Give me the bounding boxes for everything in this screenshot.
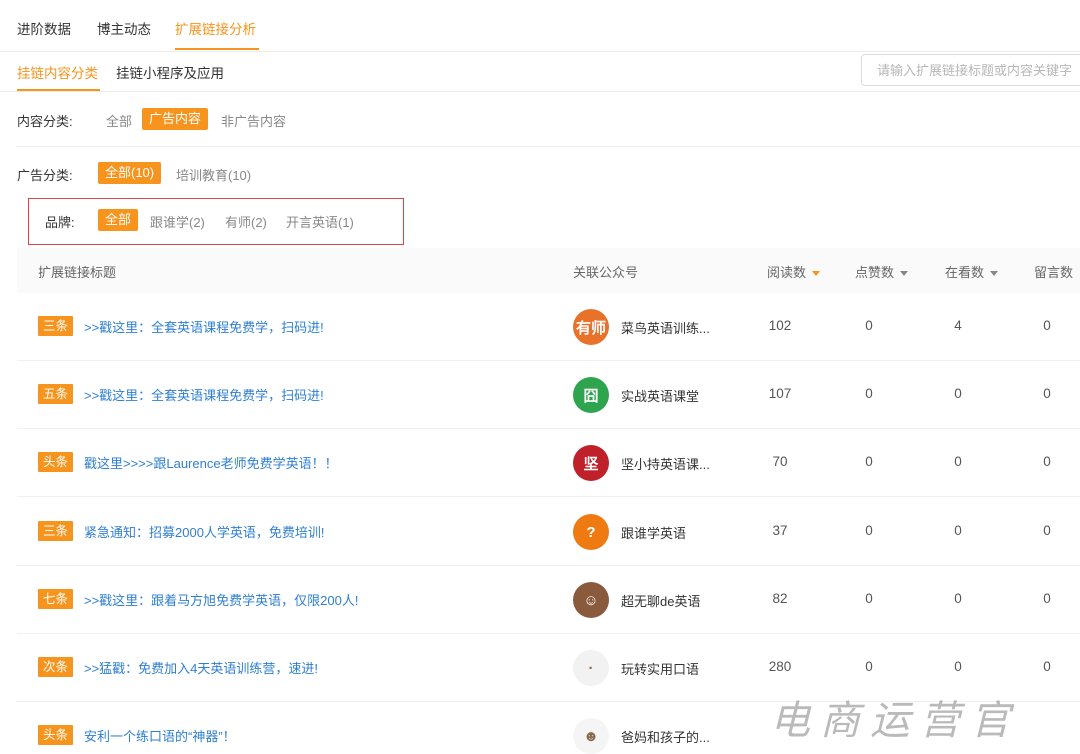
- brand-filter-label: 品牌:: [45, 215, 75, 230]
- col-reads-label: 阅读数: [767, 265, 807, 280]
- likes-count: 0: [865, 454, 873, 469]
- watching-count: 0: [954, 591, 962, 606]
- account-avatar: ☻: [573, 718, 609, 754]
- search-input[interactable]: [862, 55, 1080, 85]
- account-avatar: ☺: [573, 582, 609, 618]
- comments-count: 0: [1043, 523, 1051, 538]
- col-reads[interactable]: 阅读数: [767, 262, 821, 281]
- account-name[interactable]: 实战英语课堂: [621, 386, 699, 405]
- ad-filter-row: 广告分类: 全部(10) 培训教育(10): [0, 162, 1080, 184]
- brand-filter-all[interactable]: 全部: [98, 209, 139, 231]
- comments-count: 0: [1043, 659, 1051, 674]
- account-name[interactable]: 超无聊de英语: [621, 591, 700, 610]
- subtab-link-content-category[interactable]: 挂链内容分类: [17, 62, 98, 82]
- position-badge: 头条: [38, 725, 73, 745]
- sort-caret-icon[interactable]: [990, 271, 999, 277]
- col-comments: 留言数: [1034, 265, 1074, 280]
- link-title[interactable]: >>猛戳：免费加入4天英语训练营，速进!: [84, 658, 318, 677]
- account-name[interactable]: 爸妈和孩子的...: [621, 727, 710, 746]
- ad-filter-all[interactable]: 全部(10): [98, 162, 162, 184]
- tab-extended-link-analysis[interactable]: 扩展链接分析: [175, 18, 256, 38]
- ad-filter-label: 广告分类:: [17, 168, 73, 183]
- table-row: 三条 >>戳这里：全套英语课程免费学，扫码进! 有师 菜鸟英语训练... 102 0 4 0: [17, 293, 1080, 361]
- account-avatar: 有师: [573, 309, 609, 345]
- brand-filter-youshi[interactable]: 有师(2): [225, 212, 267, 231]
- link-title[interactable]: >>戳这里：全套英语课程免费学，扫码进!: [84, 317, 324, 336]
- content-filter-non-ads[interactable]: 非广告内容: [221, 111, 286, 130]
- tab-advanced-data[interactable]: 进阶数据: [17, 18, 71, 38]
- table-row: 七条 >>戳这里：跟着马方旭免费学英语，仅限200人! ☺ 超无聊de英语 82 0 0 0: [17, 566, 1080, 634]
- sort-caret-icon[interactable]: [900, 271, 909, 277]
- search-box: [861, 54, 1080, 86]
- watching-count: 4: [954, 318, 962, 333]
- reads-count: 107: [768, 386, 792, 401]
- link-title[interactable]: >>戳这里：全套英语课程免费学，扫码进!: [84, 385, 324, 404]
- link-title[interactable]: >>戳这里：跟着马方旭免费学英语，仅限200人!: [84, 590, 359, 609]
- account-avatar: 坚: [573, 445, 609, 481]
- table-header: 扩展链接标题 关联公众号 阅读数 点赞数 在看数 留言数: [17, 248, 1080, 293]
- reads-count: 70: [772, 454, 788, 469]
- content-filter-label: 内容分类:: [17, 114, 73, 129]
- account-avatar: ?: [573, 514, 609, 550]
- link-title[interactable]: 戳这里>>>>跟Laurence老师免费学英语！！: [84, 453, 338, 472]
- col-account: 关联公众号: [573, 265, 639, 280]
- likes-count: 0: [865, 659, 873, 674]
- col-link-title: 扩展链接标题: [38, 265, 117, 280]
- table-row: 头条 戳这里>>>>跟Laurence老师免费学英语！！ 坚坚小持英语课... 70 0…: [17, 429, 1080, 497]
- brand-filter-genshuixue[interactable]: 跟谁学(2): [150, 212, 205, 231]
- active-subtab-indicator: [17, 89, 100, 91]
- subtab-link-miniprogram-apps[interactable]: 挂链小程序及应用: [116, 62, 224, 82]
- content-filter-ads[interactable]: 广告内容: [142, 108, 209, 130]
- watching-count: 0: [954, 523, 962, 538]
- tab-blogger-activity[interactable]: 博主动态: [97, 18, 151, 38]
- position-badge: 七条: [38, 589, 73, 609]
- likes-count: 0: [865, 386, 873, 401]
- position-badge: 三条: [38, 521, 73, 541]
- reads-count: 280: [768, 659, 792, 674]
- brand-filter-kaiyan[interactable]: 开言英语(1): [286, 212, 354, 231]
- col-watching[interactable]: 在看数: [945, 262, 999, 281]
- position-badge: 三条: [38, 316, 73, 336]
- divider: [17, 146, 1080, 147]
- brand-filter-row: 品牌: 全部 跟谁学(2) 有师(2) 开言英语(1): [0, 209, 1080, 231]
- likes-count: 0: [865, 591, 873, 606]
- comments-count: 0: [1043, 318, 1051, 333]
- account-avatar: 囧: [573, 377, 609, 413]
- active-tab-indicator: [175, 48, 259, 50]
- likes-count: 0: [865, 523, 873, 538]
- position-badge: 五条: [38, 384, 73, 404]
- table-row: 五条 >>戳这里：全套英语课程免费学，扫码进! 囧实战英语课堂 107 0 0 0: [17, 361, 1080, 429]
- col-likes[interactable]: 点赞数: [855, 262, 909, 281]
- link-title[interactable]: 紧急通知：招募2000人学英语，免费培训!: [84, 522, 325, 541]
- watching-count: 0: [954, 386, 962, 401]
- watching-count: 0: [954, 454, 962, 469]
- col-likes-label: 点赞数: [855, 265, 895, 280]
- position-badge: 次条: [38, 657, 73, 677]
- account-name[interactable]: 坚小持英语课...: [621, 454, 710, 473]
- watching-count: 0: [954, 659, 962, 674]
- account-name[interactable]: 跟谁学英语: [621, 523, 686, 542]
- reads-count: 82: [772, 591, 788, 606]
- ad-filter-education[interactable]: 培训教育(10): [176, 165, 251, 184]
- position-badge: 头条: [38, 452, 73, 472]
- sort-desc-icon[interactable]: [812, 271, 821, 277]
- content-filter-all[interactable]: 全部: [106, 111, 132, 130]
- watermark: 电商运营官: [770, 698, 1020, 744]
- content-filter-row: 内容分类: 全部 广告内容 非广告内容: [0, 108, 1080, 130]
- link-title[interactable]: 安利一个练口语的“神器”！: [84, 726, 236, 745]
- comments-count: 0: [1043, 454, 1051, 469]
- table-row: 三条 紧急通知：招募2000人学英语，免费培训!? 跟谁学英语 37 0 0 0: [17, 498, 1080, 566]
- comments-count: 0: [1043, 591, 1051, 606]
- col-watching-label: 在看数: [945, 265, 985, 280]
- account-name[interactable]: 菜鸟英语训练...: [621, 318, 710, 337]
- reads-count: 102: [768, 318, 792, 333]
- account-name[interactable]: 玩转实用口语: [621, 659, 699, 678]
- likes-count: 0: [865, 318, 873, 333]
- reads-count: 37: [772, 523, 788, 538]
- account-avatar: ·: [573, 650, 609, 686]
- comments-count: 0: [1043, 386, 1051, 401]
- top-tab-bar: 进阶数据 博主动态 扩展链接分析: [0, 0, 1080, 52]
